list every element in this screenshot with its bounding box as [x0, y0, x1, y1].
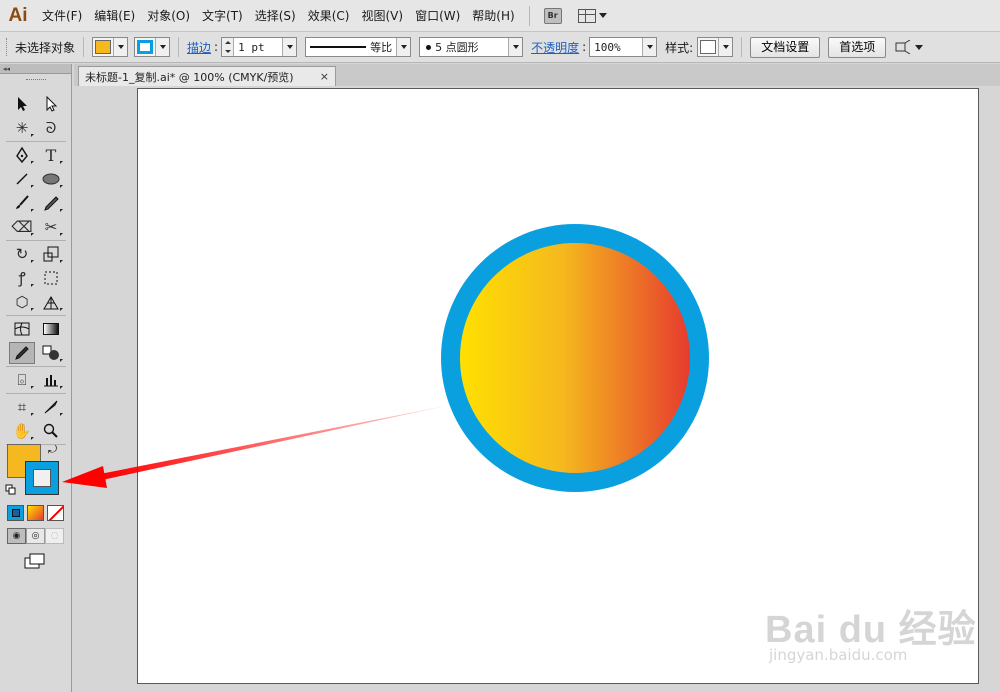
canvas-area[interactable]: [62, 86, 1000, 692]
arrow-head: [62, 466, 107, 488]
arrow-shaft: [100, 405, 450, 480]
annotation-arrow: [62, 405, 450, 488]
